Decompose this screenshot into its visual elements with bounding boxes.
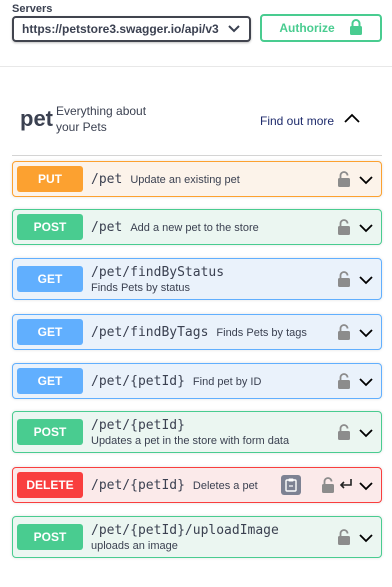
lock-icon[interactable] [337,324,351,340]
operation-post-upload-image[interactable]: POST /pet/{petId}/uploadImage uploads an… [12,516,382,558]
chevron-down-icon[interactable] [359,220,373,234]
operation-path: /pet/{petId} [91,417,185,433]
operation-path: /pet/findByTags [91,324,209,340]
operation-summary: Finds Pets by status [91,281,191,294]
operation-summary: Find pet by ID [192,375,262,388]
operation-post-pet-by-id[interactable]: POST /pet/{petId} Updates a pet in the s… [12,411,382,453]
operation-path: /pet/{petId}/uploadImage [91,522,279,538]
chevron-down-icon [227,22,241,36]
chevron-down-icon[interactable] [359,425,373,439]
lock-icon[interactable] [337,373,351,389]
operation-get-findbytags[interactable]: GET /pet/findByTags Finds Pets by tags [12,314,382,350]
operation-delete-pet[interactable]: DELETE /pet/{petId} Deletes a pet [12,467,382,503]
tag-divider [12,155,382,156]
operation-get-pet-by-id[interactable]: GET /pet/{petId} Find pet by ID [12,363,382,399]
operation-get-findbystatus[interactable]: GET /pet/findByStatus Finds Pets by stat… [12,258,382,300]
operation-path: /pet/{petId} [91,477,185,493]
operation-path: /pet/findByStatus [91,264,225,280]
tag-description: Everything about your Pets [56,104,147,134]
chevron-down-icon[interactable] [359,530,373,544]
servers-label: Servers [12,3,53,15]
server-select-value: https://petstore3.swagger.io/api/v3 [22,22,219,36]
operation-post-pet[interactable]: POST /pet Add a new pet to the store [12,209,382,245]
authorize-label: Authorize [279,21,335,35]
tag-name: pet [20,106,53,131]
lock-icon[interactable] [337,424,351,440]
lock-icon [349,18,363,38]
method-badge: GET [17,368,83,394]
method-badge: GET [17,319,83,345]
chevron-down-icon[interactable] [359,172,373,186]
method-badge: PUT [17,166,83,192]
chevron-down-icon[interactable] [359,374,373,388]
method-badge: POST [17,214,83,240]
operation-summary: uploads an image [91,539,178,552]
authorize-button[interactable]: Authorize [260,14,382,42]
lock-icon[interactable] [337,219,351,235]
chevron-up-icon[interactable] [344,110,360,126]
operation-put-pet[interactable]: PUT /pet Update an existing pet [12,161,382,197]
operation-path: /pet [91,171,123,187]
operation-summary: Add a new pet to the store [130,221,259,234]
chevron-down-icon[interactable] [359,272,373,286]
server-select[interactable]: https://petstore3.swagger.io/api/v3 [12,16,251,42]
operation-summary: Deletes a pet [192,479,258,492]
lock-icon[interactable] [337,171,351,187]
method-badge: GET [17,266,83,292]
tag-header-pet[interactable]: pet Everything about your Pets Find out … [12,100,382,150]
operation-summary: Finds Pets by tags [216,326,307,339]
lock-icon[interactable] [321,477,335,493]
operation-path: /pet/{petId} [91,373,185,389]
lock-icon[interactable] [337,271,351,287]
divider [0,66,392,67]
method-badge: DELETE [17,472,83,498]
copy-icon[interactable] [281,475,301,495]
find-out-more-link[interactable]: Find out more [260,114,334,128]
operation-summary: Updates a pet in the store with form dat… [91,434,290,447]
chevron-down-icon[interactable] [359,325,373,339]
lock-icon[interactable] [337,529,351,545]
operation-path: /pet [91,219,123,235]
method-badge: POST [17,524,83,550]
chevron-down-icon[interactable] [359,478,373,492]
method-badge: POST [17,419,83,445]
enter-icon [339,478,353,492]
operation-summary: Update an existing pet [130,173,240,186]
